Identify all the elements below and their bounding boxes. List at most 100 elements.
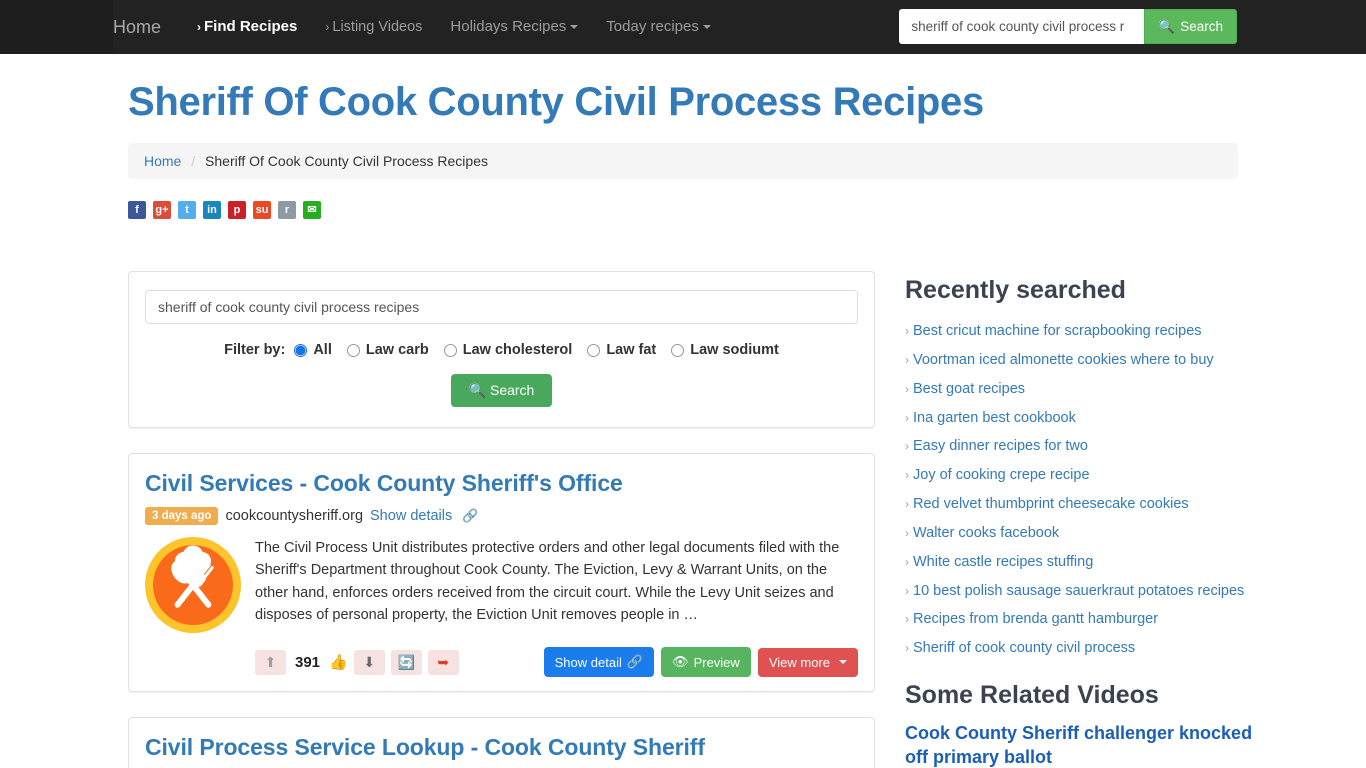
refresh-button[interactable]: 🔄 (390, 649, 422, 675)
chevron-down-icon (702, 25, 711, 30)
recently-searched-label: White castle recipes stuffing (913, 553, 1094, 570)
show-detail-button[interactable]: Show detail 🔗 (543, 647, 655, 677)
filter-option-law-cholesterol[interactable]: Law cholesterol (443, 342, 573, 358)
top-navbar: Home › Find Recipes › Listing Videos Holidays… (0, 0, 1366, 54)
result-body: The Civil Process Unit distributes prote… (145, 537, 858, 633)
chevron-right-icon: › (905, 525, 909, 540)
filter-option-law-fat[interactable]: Law fat (587, 342, 656, 358)
facebook-icon[interactable]: f (128, 201, 146, 219)
nav-item-label: Holidays Recipes (450, 18, 567, 35)
breadcrumb: Home / Sheriff Of Cook County Civil Proc… (128, 143, 1238, 179)
thumbs-up-icon[interactable]: 👍 (329, 653, 348, 671)
page-container: Sheriff Of Cook County Civil Process Rec… (113, 80, 1253, 768)
view-more-button[interactable]: View more (757, 647, 858, 677)
filter-option-label: Law cholesterol (462, 342, 573, 358)
google-plus-icon[interactable]: g+ (153, 201, 171, 219)
page-title: Sheriff Of Cook County Civil Process Rec… (128, 80, 984, 124)
recently-searched-list: › Best cricut machine for scrapbooking re… (905, 317, 1268, 663)
vote-group: ⬆ 391 👍 ⬇ 🔄 ➥ (255, 649, 459, 675)
radio-button[interactable] (587, 343, 601, 357)
filter-option-law-sodiumt[interactable]: Law sodiumt (671, 342, 779, 358)
breadcrumb-home-link[interactable]: Home (144, 153, 181, 169)
chevron-right-icon: › (905, 324, 909, 338)
recently-searched-item[interactable]: › Easy dinner recipes for two (905, 432, 1268, 461)
nav-item-today-recipes[interactable]: Today recipes (592, 0, 725, 54)
filter-by-label: Filter by: (224, 342, 286, 358)
linkedin-icon[interactable]: in (203, 201, 221, 219)
nav-item-listing-videos[interactable]: › Listing Videos (311, 0, 436, 54)
recently-searched-item[interactable]: › Best goat recipes (905, 375, 1268, 404)
result-thumbnail (145, 537, 241, 633)
related-video-link[interactable]: Cook County Sheriff challenger knocked o… (905, 722, 1268, 768)
chevron-right-icon: › (905, 352, 909, 367)
stumbleupon-icon[interactable]: su (253, 201, 271, 219)
filter-option-all[interactable]: All (294, 342, 332, 358)
status-badge: 3 days ago (145, 507, 219, 525)
result-card: Civil Services - Cook County Sheriff's O… (128, 453, 875, 692)
recently-searched-label: Ina garten best cookbook (913, 409, 1076, 426)
chevron-right-icon: › (905, 497, 909, 512)
recently-searched-label: 10 best polish sausage sauerkraut potato… (913, 582, 1245, 599)
pinterest-icon[interactable]: p (228, 201, 246, 219)
result-title-link[interactable]: Civil Process Service Lookup - Cook Coun… (145, 734, 858, 761)
upvote-button[interactable]: ⬆ (255, 649, 286, 675)
result-domain: cookcountysheriff.org (225, 508, 364, 524)
email-icon[interactable]: ✉ (303, 201, 321, 219)
filter-option-label: All (313, 342, 332, 358)
social-share-row: f g+ t in p su r ✉ (128, 201, 1238, 219)
sidebar: Recently searched › Best cricut machine f… (905, 271, 1268, 768)
nav-item-holidays-recipes[interactable]: Holidays Recipes (436, 0, 592, 54)
show-detail-button-label: Show detail (554, 654, 622, 670)
recently-searched-label: Walter cooks facebook (913, 524, 1060, 541)
chef-utensils-icon (146, 538, 240, 632)
filter-option-law-carb[interactable]: Law carb (346, 342, 429, 358)
filter-option-label: Law carb (365, 342, 429, 358)
filter-option-label: Law fat (606, 342, 657, 358)
nav-prefix-chevron-icon: › (197, 20, 202, 34)
recipe-search-button[interactable]: 🔍 Search (450, 374, 553, 407)
radio-button[interactable] (443, 343, 457, 357)
external-link-icon[interactable]: 🔗 (462, 508, 478, 524)
chevron-right-icon: › (905, 554, 909, 569)
nav-item-label: Home (113, 17, 162, 37)
nav-item-find-recipes[interactable]: › Find Recipes (183, 0, 311, 54)
recently-searched-item[interactable]: › Voortman iced almonette cookies where t… (905, 346, 1268, 375)
twitter-icon[interactable]: t (178, 201, 196, 219)
recently-searched-item[interactable]: › Sheriff of cook county civil process (905, 634, 1268, 663)
recently-searched-item[interactable]: › 10 best polish sausage sauerkraut potat… (905, 577, 1268, 606)
recently-searched-item[interactable]: › Ina garten best cookbook (905, 404, 1268, 433)
recently-searched-item[interactable]: › Recipes from brenda gantt hamburger (905, 605, 1268, 634)
header-search-button[interactable]: 🔍 Search (1144, 9, 1237, 44)
recently-searched-label: Easy dinner recipes for two (913, 438, 1088, 455)
reddit-icon[interactable]: r (278, 201, 296, 219)
recently-searched-label: Best goat recipes (913, 380, 1026, 397)
recently-searched-item[interactable]: › White castle recipes stuffing (905, 548, 1268, 577)
recently-searched-label: Voortman iced almonette cookies where to… (913, 351, 1214, 368)
recently-searched-item[interactable]: › Red velvet thumbprint cheesecake cookie… (905, 490, 1268, 519)
nav-item-label: Find Recipes (204, 18, 298, 35)
radio-button[interactable] (346, 343, 360, 357)
recently-searched-label: Best cricut machine for scrapbooking rec… (913, 323, 1202, 339)
header-search-input[interactable] (899, 9, 1145, 44)
recently-searched-item[interactable]: › Best cricut machine for scrapbooking re… (905, 317, 1268, 346)
result-actions: ⬆ 391 👍 ⬇ 🔄 ➥ Show detail 🔗 👁 Preview Vi… (145, 647, 858, 677)
share-button[interactable]: ➥ (427, 649, 459, 675)
nav-item-home[interactable]: Home (113, 0, 183, 54)
show-details-link[interactable]: Show details (370, 508, 452, 524)
header-search-button-label: Search (1180, 19, 1223, 34)
radio-button[interactable] (671, 343, 685, 357)
recently-searched-item[interactable]: › Joy of cooking crepe recipe (905, 461, 1268, 490)
navbar-brand-zone (0, 0, 113, 54)
preview-button[interactable]: 👁 Preview (661, 647, 751, 677)
result-title-link[interactable]: Civil Services - Cook County Sheriff's O… (145, 470, 858, 497)
chevron-right-icon: › (905, 468, 909, 483)
recently-searched-item[interactable]: › Walter cooks facebook (905, 519, 1268, 548)
result-card: Civil Process Service Lookup - Cook Coun… (128, 717, 875, 768)
preview-button-label: Preview (693, 654, 740, 670)
breadcrumb-current: Sheriff Of Cook County Civil Process Rec… (205, 153, 488, 169)
recently-searched-label: Recipes from brenda gantt hamburger (913, 611, 1159, 628)
recipe-search-input[interactable] (145, 290, 858, 324)
chevron-right-icon: › (905, 381, 909, 396)
radio-button[interactable] (294, 343, 308, 357)
downvote-button[interactable]: ⬇ (353, 649, 385, 675)
